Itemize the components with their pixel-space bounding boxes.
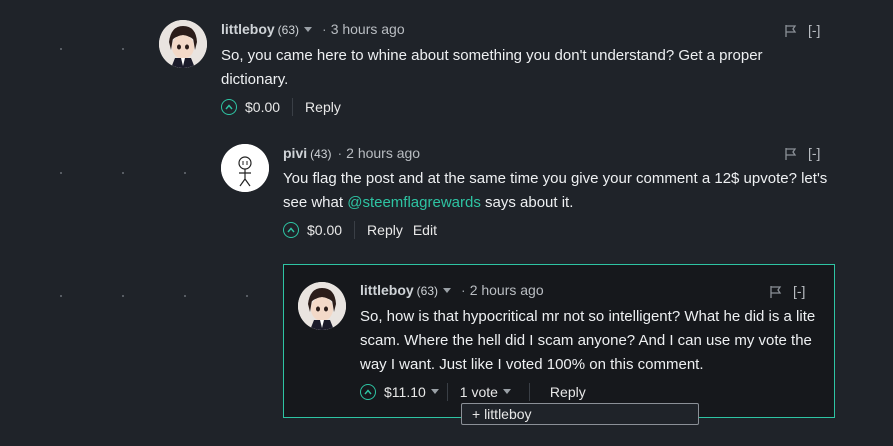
vote-count[interactable]: 1 vote	[460, 384, 498, 400]
caret-down-icon[interactable]	[443, 287, 452, 293]
flag-icon[interactable]	[784, 24, 798, 38]
divider	[528, 383, 530, 401]
caret-down-icon[interactable]	[304, 26, 313, 32]
thread-dot	[122, 48, 124, 50]
mention-link[interactable]: @steemflagrewards	[347, 194, 481, 211]
comment-time[interactable]: 2 hours ago	[346, 145, 420, 161]
author-reputation: (43)	[310, 147, 332, 161]
voter-list-item[interactable]: + littleboy	[472, 406, 532, 422]
comment-body: So, you came here to whine about somethi…	[221, 47, 763, 88]
thread-dot	[246, 295, 248, 297]
body-text: says about it.	[480, 194, 574, 211]
author-reputation: (63)	[277, 23, 300, 37]
payout-value[interactable]: $11.10	[384, 384, 426, 400]
flag-icon[interactable]	[769, 285, 783, 299]
comment-meta: pivi (43) · 2 hours ago	[283, 145, 420, 161]
thread-dot	[184, 172, 186, 174]
upvote-chevron-icon[interactable]	[360, 384, 376, 400]
comment-meta: littleboy (63) · 3 hours ago	[221, 21, 405, 37]
meta-separator: ·	[337, 145, 343, 161]
author-name[interactable]: pivi	[283, 145, 307, 161]
thread-dot	[122, 295, 124, 297]
thread-dot	[122, 172, 124, 174]
reply-button[interactable]: Reply	[305, 99, 341, 115]
author-name[interactable]: littleboy	[360, 282, 414, 298]
flag-icon[interactable]	[784, 147, 798, 161]
reply-button[interactable]: Reply	[550, 384, 586, 400]
divider	[446, 383, 448, 401]
meta-separator: ·	[322, 21, 327, 37]
avatar[interactable]	[221, 144, 269, 192]
avatar[interactable]	[159, 20, 207, 68]
avatar[interactable]	[298, 282, 346, 330]
collapse-toggle[interactable]: [-]	[793, 283, 805, 299]
comment-time[interactable]: 2 hours ago	[470, 282, 544, 298]
comment-time[interactable]: 3 hours ago	[331, 21, 405, 37]
comment-body: So, how is that hypocritical mr not so i…	[360, 308, 816, 373]
upvote-chevron-icon[interactable]	[221, 99, 237, 115]
payout-value[interactable]: $0.00	[307, 222, 342, 238]
comment-actions: $0.00 Reply	[221, 98, 351, 116]
edit-button[interactable]: Edit	[413, 222, 437, 238]
divider	[292, 98, 294, 116]
author-reputation: (63)	[416, 284, 439, 298]
thread-dot	[60, 295, 62, 297]
divider	[354, 221, 356, 239]
thread-dot	[60, 48, 62, 50]
upvote-chevron-icon[interactable]	[283, 222, 299, 238]
caret-down-icon[interactable]	[502, 388, 511, 394]
caret-down-icon[interactable]	[430, 388, 439, 394]
comment-body: You flag the post and at the same time y…	[283, 167, 843, 215]
collapse-toggle[interactable]: [-]	[808, 145, 820, 161]
collapse-toggle[interactable]: [-]	[808, 22, 820, 38]
thread-dot	[184, 295, 186, 297]
meta-separator: ·	[461, 282, 466, 298]
voters-dropdown: + littleboy	[461, 403, 699, 425]
comment-meta: littleboy (63) · 2 hours ago	[360, 282, 544, 298]
author-name[interactable]: littleboy	[221, 21, 275, 37]
comment-actions: $11.10 1 vote Reply	[360, 383, 596, 401]
reply-button[interactable]: Reply	[367, 222, 403, 238]
payout-value[interactable]: $0.00	[245, 99, 280, 115]
thread-dot	[60, 172, 62, 174]
comment-actions: $0.00 Reply Edit	[283, 221, 447, 239]
